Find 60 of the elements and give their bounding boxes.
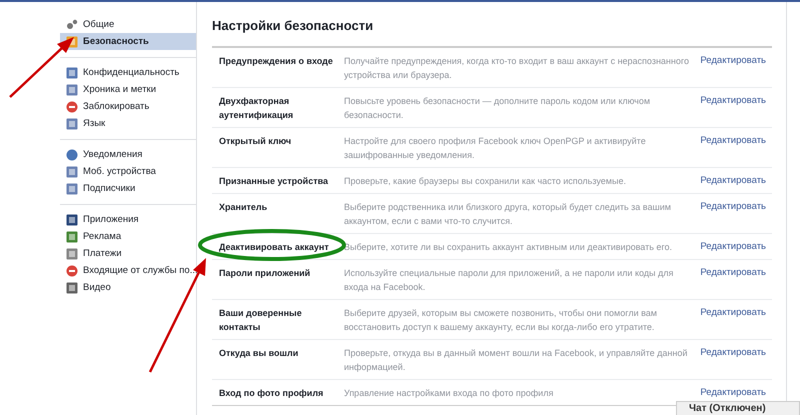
sidebar-item[interactable]: Конфиденциальность — [60, 64, 196, 81]
sidebar-item[interactable]: Уведомления — [60, 146, 196, 163]
setting-name: Пароли приложений — [218, 267, 312, 280]
menu-icon — [66, 182, 78, 194]
edit-link[interactable]: Редактировать — [700, 134, 772, 162]
setting-description: Используйте специальные пароли для приложений, а не пароли или коды для входа на Facebook. — [344, 267, 674, 294]
menu-icon — [66, 118, 78, 130]
sidebar-item[interactable]: Подписчики — [60, 180, 196, 197]
page-title: Настройки безопасности — [212, 17, 374, 35]
setting-name: Предупреждения о входе — [218, 55, 334, 68]
menu-icon — [66, 84, 78, 96]
setting-name: Открытый ключ — [218, 135, 292, 148]
setting-description: Настройте для своего профиля Facebook ключ OpenPGP и активируйте зашифрованные уведомления. — [344, 135, 647, 162]
menu-icon — [66, 282, 78, 294]
setting-description: Повысьте уровень безопасности — дополните пароль кодом или ключом безопасности. — [344, 95, 652, 122]
setting-name: Деактивировать аккаунт — [218, 241, 330, 254]
sidebar-item[interactable]: Платежи — [60, 245, 196, 262]
sidebar-item[interactable]: Приложения — [60, 211, 196, 228]
menu-icon — [66, 166, 78, 178]
setting-name: Ваши доверенные контакты — [218, 307, 303, 334]
edit-link[interactable]: Редактировать — [700, 346, 772, 374]
setting-name: Откуда вы вошли — [218, 347, 300, 360]
setting-description: Выберите родственника или близкого друга, который будет следить за вашим аккаунтом, если с вами что-то случится. — [344, 201, 672, 228]
sidebar-item[interactable]: Язык — [60, 115, 196, 132]
menu-icon — [66, 66, 78, 78]
sidebar-item[interactable]: Входящие от службы по... — [60, 262, 196, 279]
edit-link[interactable]: Редактировать — [700, 240, 772, 254]
chat-tab[interactable]: Чат (Отключен) — [676, 401, 800, 415]
edit-link[interactable]: Редактировать — [700, 174, 772, 188]
setting-name: Хранитель — [218, 201, 268, 214]
sidebar-item[interactable]: Общие — [60, 16, 196, 33]
menu-icon — [66, 230, 78, 242]
setting-name: Признанные устройства — [218, 175, 330, 188]
setting-description: Проверьте, откуда вы в данный момент вошли на Facebook, и управляйте данной информацией. — [344, 347, 688, 374]
edit-link[interactable]: Редактировать — [700, 94, 772, 122]
menu-icon — [66, 100, 78, 112]
sidebar-item[interactable]: Безопасность — [60, 33, 196, 50]
arrow-annotation — [9, 37, 74, 98]
setting-description: Управление настройками входа по фото профиля — [344, 387, 554, 400]
setting-description: Выберите друзей, которым вы сможете позвонить, чтобы они помогли вам восстановить доступ к вашему аккаунту, если вы когда-либо его утратите. — [344, 307, 658, 334]
setting-description: Выберите, хотите ли вы сохранить аккаунт активным или деактивировать его. — [344, 241, 673, 254]
setting-name: Двухфакторная аутентификация — [218, 95, 294, 122]
setting-description: Получайте предупреждения, когда кто-то входит в ваш аккаунт с нераспознанного устройства или браузера. — [344, 55, 690, 82]
menu-icon — [66, 18, 78, 30]
setting-name: Вход по фото профиля — [218, 387, 324, 400]
edit-link[interactable]: Редактировать — [700, 306, 772, 334]
menu-icon — [66, 214, 78, 226]
sidebar-item[interactable]: Хроника и метки — [60, 81, 196, 98]
menu-icon — [66, 248, 78, 260]
edit-link[interactable]: Редактировать — [700, 386, 772, 400]
edit-link[interactable]: Редактировать — [700, 200, 772, 228]
edit-link[interactable]: Редактировать — [700, 54, 772, 82]
sidebar-item[interactable]: Заблокировать — [60, 98, 196, 115]
menu-icon — [66, 264, 78, 276]
menu-icon — [66, 148, 78, 160]
sidebar-item[interactable]: Видео — [60, 279, 196, 296]
sidebar-item[interactable]: Моб. устройства — [60, 163, 196, 180]
edit-link[interactable]: Редактировать — [700, 266, 772, 294]
sidebar-item[interactable]: Реклама — [60, 228, 196, 245]
setting-description: Проверьте, какие браузеры вы сохранили как часто используемые. — [344, 175, 627, 188]
